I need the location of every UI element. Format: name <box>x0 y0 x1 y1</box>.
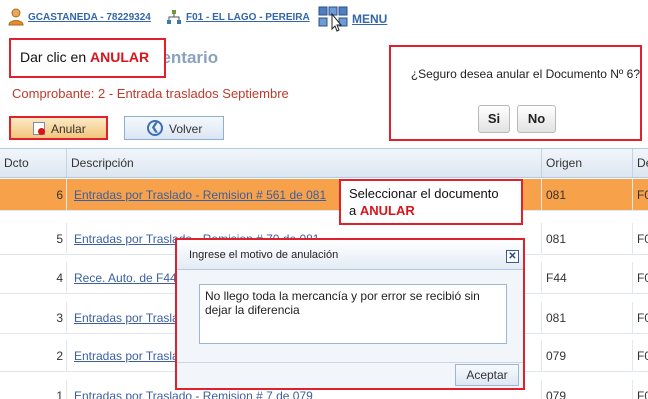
back-arrow-icon: ❮ <box>147 120 163 136</box>
cancel-document-icon <box>33 122 45 135</box>
anular-label: Anular <box>51 122 86 136</box>
cell-origen: 081 <box>541 302 631 334</box>
menu-link[interactable]: MENU <box>352 12 387 26</box>
reason-textarea[interactable]: No llego toda la mercancía y por error s… <box>199 284 507 344</box>
user-link[interactable]: GCASTANEDA - 78229324 <box>28 12 151 23</box>
cell-destino: F0 <box>632 340 648 372</box>
dialog-header: Ingrese el motivo de anulación ✕ <box>177 240 523 270</box>
cell-dcto: 5 <box>56 232 63 246</box>
instruction-callout-anular: Dar clic en ANULAR <box>9 38 166 78</box>
menu-grid-icon[interactable] <box>318 4 348 32</box>
volver-button[interactable]: ❮ Volver <box>124 116 224 140</box>
cell-destino: F0 <box>632 380 648 399</box>
column-header-destino[interactable]: De <box>632 149 648 177</box>
cell-dcto: 3 <box>56 311 63 325</box>
table-header: Dcto Descripción Origen De <box>0 148 648 178</box>
cell-origen: 079 <box>541 340 631 372</box>
confirm-message: ¿Seguro desea anular el Documento Nº 6? <box>410 67 640 81</box>
dialog-title: Ingrese el motivo de anulación <box>189 249 339 261</box>
cell-dcto: 1 <box>56 389 63 399</box>
close-icon[interactable]: ✕ <box>506 250 519 263</box>
instruction-callout-select: Seleccionar el documento a ANULAR <box>339 179 523 225</box>
cell-destino: F0 <box>632 223 648 255</box>
cell-origen: 079 <box>541 380 631 399</box>
table-row[interactable]: 6 Entradas por Traslado - Remision # 561… <box>0 179 648 211</box>
yes-button[interactable]: Si <box>478 105 510 133</box>
callout-text: Dar clic en <box>20 49 91 65</box>
callout-line1: Seleccionar el documento <box>349 186 499 201</box>
anular-button[interactable]: Anular <box>9 116 108 140</box>
cell-dcto: 6 <box>56 188 63 202</box>
void-reason-dialog: Ingrese el motivo de anulación ✕ No lleg… <box>175 238 525 390</box>
branch-link[interactable]: F01 - EL LAGO - PEREIRA <box>186 12 310 23</box>
cell-dcto: 4 <box>56 271 63 285</box>
callout-highlight: ANULAR <box>90 49 150 65</box>
column-header-origen[interactable]: Origen <box>541 149 632 177</box>
top-bar: GCASTANEDA - 78229324 F01 - EL LAGO - PE… <box>0 0 648 38</box>
voucher-subtitle: Comprobante: 2 - Entrada traslados Septi… <box>12 86 289 101</box>
cell-origen: 081 <box>541 179 631 211</box>
cell-destino: F0 <box>632 302 648 334</box>
cell-origen: F44 <box>541 262 631 294</box>
volver-label: Volver <box>169 122 203 136</box>
no-button[interactable]: No <box>517 105 556 133</box>
accept-button[interactable]: Aceptar <box>455 364 519 386</box>
user-icon <box>8 8 24 26</box>
cell-origen: 081 <box>541 223 631 255</box>
column-header-descripcion[interactable]: Descripción <box>66 149 541 177</box>
cell-dcto: 2 <box>56 349 63 363</box>
confirm-dialog: ¿Seguro desea anular el Documento Nº 6? … <box>389 45 642 141</box>
callout-line2: a ANULAR <box>349 203 415 218</box>
cell-destino: F0 <box>632 262 648 294</box>
column-header-dcto[interactable]: Dcto <box>0 149 66 177</box>
organization-icon <box>167 10 181 24</box>
cell-destino: F0 <box>632 179 648 211</box>
